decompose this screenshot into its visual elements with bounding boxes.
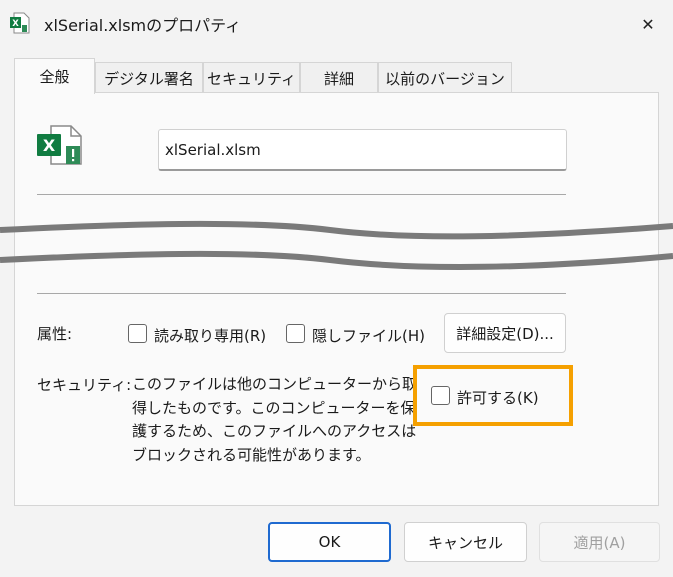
excel-macro-file-icon: X [37,125,82,165]
tab-general[interactable]: 全般 [14,58,95,94]
tab-previous-versions[interactable]: 以前のバージョン [378,62,512,93]
security-message: このファイルは他のコンピューターから取得したものです。このコンピューターを保護す… [132,375,418,464]
close-icon: ✕ [641,14,655,34]
hidden-label[interactable]: 隠しファイル(H) [312,325,425,346]
file-name-input[interactable] [158,129,567,171]
tab-digital-signature[interactable]: デジタル署名 [95,62,203,93]
window-title: xlSerial.xlsmのプロパティ [44,16,242,35]
unblock-checkbox[interactable] [431,386,450,405]
close-button[interactable]: ✕ [628,8,668,40]
tab-details[interactable]: 詳細 [300,62,378,93]
security-label: セキュリティ: [37,376,132,394]
advanced-button[interactable]: 詳細設定(D)... [444,313,566,353]
excel-file-icon: X [10,12,30,34]
readonly-label[interactable]: 読み取り専用(R) [154,325,266,346]
title-bar: X xlSerial.xlsmのプロパティ ✕ [0,0,673,48]
divider [37,194,566,195]
section-cut-mark [0,220,673,271]
ok-button[interactable]: OK [268,522,391,562]
tab-security[interactable]: セキュリティ [203,62,300,93]
unblock-label[interactable]: 許可する(K) [457,387,539,408]
divider [37,293,566,294]
attributes-label: 属性: [37,325,73,343]
svg-text:X: X [43,136,56,155]
hidden-checkbox[interactable] [286,324,305,343]
readonly-checkbox[interactable] [128,324,147,343]
svg-text:X: X [12,19,19,29]
apply-button[interactable]: 適用(A) [539,522,660,562]
cancel-button[interactable]: キャンセル [404,522,527,562]
